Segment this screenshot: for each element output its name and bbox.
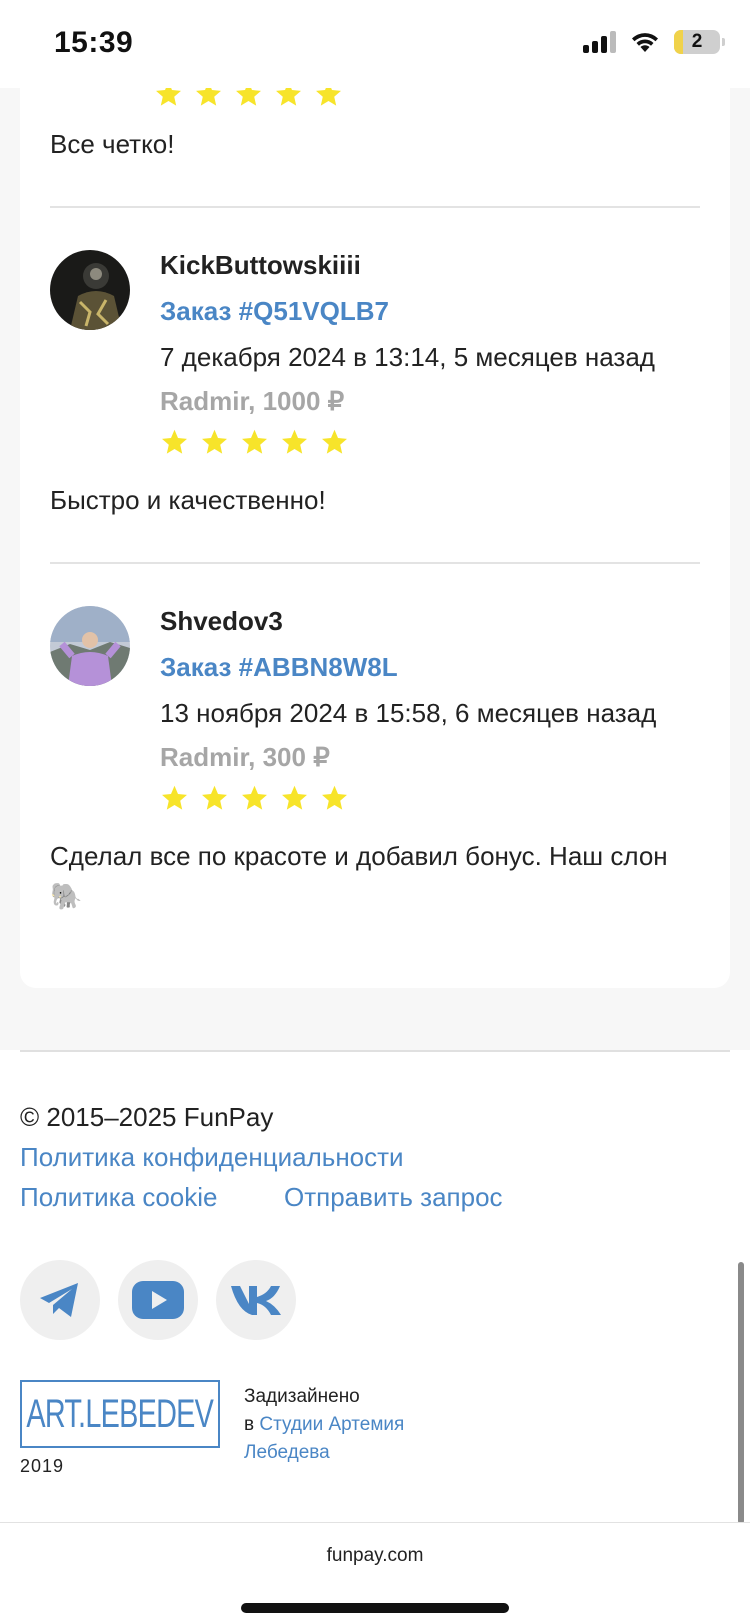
cellular-signal-icon: [583, 31, 616, 53]
copyright: © 2015–2025 FunPay: [20, 1102, 274, 1132]
reviews-card: Все четко! KickButtowskiiii Заказ #Q51VQ…: [20, 60, 730, 988]
browser-bottom-bar: funpay.com: [0, 1522, 750, 1624]
star-icon: [282, 785, 307, 810]
star-icon: [242, 429, 267, 454]
review-server-price: Radmir, 1000 ₽: [160, 386, 345, 416]
star-icon: [282, 429, 307, 454]
review-item: Shvedov3 Заказ #ABBN8W8L 13 ноября 2024 …: [50, 606, 700, 810]
address-bar-url[interactable]: funpay.com: [0, 1545, 750, 1567]
star-icon: [162, 429, 187, 454]
wifi-icon: [632, 33, 658, 52]
star-rating: [160, 784, 720, 812]
order-link[interactable]: Заказ #ABBN8W8L: [160, 652, 720, 682]
star-icon: [202, 785, 227, 810]
vk-button[interactable]: [216, 1260, 296, 1340]
order-link[interactable]: Заказ #Q51VQLB7: [160, 296, 720, 326]
telegram-button[interactable]: [20, 1260, 100, 1340]
review-server-price: Radmir, 300 ₽: [160, 742, 330, 772]
cookie-policy-link[interactable]: Политика cookie: [20, 1182, 218, 1213]
art-lebedev-logo-text: ART.LEBEDEV: [26, 1391, 215, 1436]
star-icon: [242, 785, 267, 810]
studio-link[interactable]: Студии Артемия Лебедева: [244, 1414, 404, 1463]
avatar-image: [50, 250, 130, 330]
avatar[interactable]: [50, 250, 130, 330]
art-lebedev-year: 2019: [20, 1456, 65, 1476]
site-footer: © 2015–2025 FunPay Политика конфиденциал…: [0, 1050, 750, 1528]
youtube-button[interactable]: [118, 1260, 198, 1340]
art-lebedev-logo[interactable]: ART.LEBEDEV: [20, 1380, 220, 1448]
home-indicator[interactable]: [241, 1603, 509, 1613]
review-username: KickButtowskiiii: [160, 250, 361, 280]
designed-by-label: Задизайнено: [244, 1386, 360, 1407]
review-item: KickButtowskiiii Заказ #Q51VQLB7 7 декаб…: [50, 250, 700, 454]
battery-icon: 2: [674, 30, 725, 54]
review-text: Быстро и качественно!: [50, 485, 326, 515]
avatar-image: [50, 606, 130, 686]
vk-icon: [231, 1286, 281, 1315]
designed-in-label: в: [244, 1414, 255, 1435]
battery-level: 2: [691, 31, 703, 52]
star-icon: [322, 785, 347, 810]
send-request-link[interactable]: Отправить запрос: [284, 1182, 503, 1213]
designed-by: Задизайнено в Студии Артемия Лебедева: [244, 1383, 444, 1467]
status-bar: 15:39 2: [0, 0, 750, 88]
review-date: 7 декабря 2024 в 13:14, 5 месяцев назад: [160, 342, 655, 372]
review-text: Сделал все по красоте и добавил бонус. Н…: [50, 841, 668, 911]
star-icon: [202, 429, 227, 454]
status-time: 15:39: [54, 26, 134, 59]
review-username: Shvedov3: [160, 606, 283, 636]
star-icon: [322, 429, 347, 454]
avatar[interactable]: [50, 606, 130, 686]
youtube-icon: [132, 1281, 184, 1319]
review-divider: [50, 562, 700, 564]
page-scrollbar[interactable]: [738, 1262, 744, 1524]
footer-divider: [20, 1050, 730, 1052]
telegram-icon: [40, 1283, 78, 1317]
review-text: Все четко!: [50, 129, 175, 159]
star-rating: [160, 428, 720, 456]
privacy-policy-link[interactable]: Политика конфиденциальности: [20, 1142, 404, 1173]
review-divider: [50, 206, 700, 208]
star-icon: [162, 785, 187, 810]
review-date: 13 ноября 2024 в 15:58, 6 месяцев назад: [160, 698, 657, 728]
